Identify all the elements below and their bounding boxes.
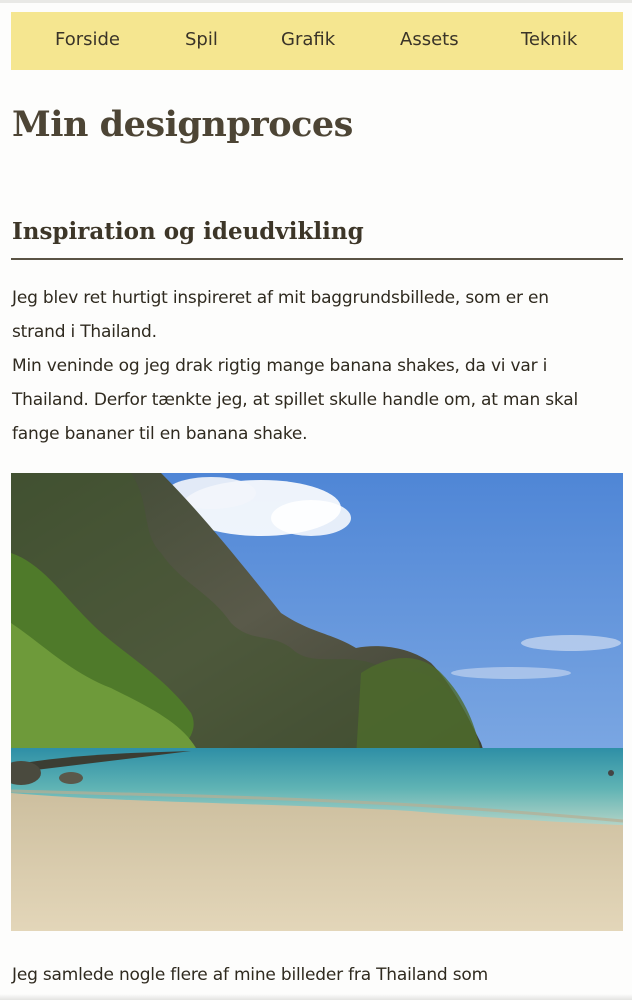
intro-paragraph: Jeg blev ret hurtigt inspireret af mit b… [12,281,624,451]
browser-top-edge [0,0,632,3]
nav-item-grafik[interactable]: Grafik [281,12,335,70]
nav-item-forside[interactable]: Forside [55,12,120,70]
paragraph-line: Thailand. Derfor tænkte jeg, at spillet … [12,390,579,410]
nav-item-spil[interactable]: Spil [185,12,218,70]
paragraph-line: Jeg blev ret hurtigt inspireret af mit b… [12,288,549,308]
section-divider [11,258,623,260]
page-title: Min designproces [12,104,353,145]
main-navigation: Forside Spil Grafik Assets Teknik [11,12,623,70]
nav-item-assets[interactable]: Assets [400,12,459,70]
paragraph-line: Jeg samlede nogle flere af mine billeder… [12,965,488,985]
nav-item-teknik[interactable]: Teknik [521,12,577,70]
paragraph-line: strand i Thailand. [12,322,157,342]
page-bottom-edge [0,994,632,1000]
paragraph-line: Min veninde og jeg drak rigtig mange ban… [12,356,548,376]
section-heading: Inspiration og ideudvikling [12,218,364,245]
paragraph-line: fange bananer til en banana shake. [12,424,308,444]
followup-paragraph: Jeg samlede nogle flere af mine billeder… [12,958,624,992]
thailand-beach-photo [11,473,623,931]
